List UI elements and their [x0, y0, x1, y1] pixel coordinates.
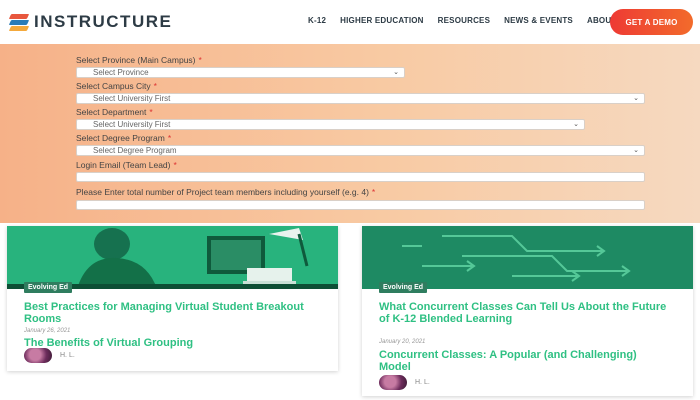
article-date: January 20, 2021 — [379, 339, 426, 345]
team-members-input[interactable] — [76, 200, 645, 210]
article-card[interactable]: Evolving Ed Best Practices for Managing … — [7, 226, 338, 371]
article-card[interactable]: Evolving Ed What Concurrent Classes Can … — [362, 226, 693, 396]
login-email-input[interactable] — [76, 172, 645, 182]
site-header: INSTRUCTURE K-12 HIGHER EDUCATION RESOUR… — [0, 0, 700, 44]
article-title[interactable]: Best Practices for Managing Virtual Stud… — [24, 301, 314, 325]
province-select[interactable]: Select Province ⌄ — [76, 67, 405, 78]
campus-city-select[interactable]: Select University First ⌄ — [76, 93, 645, 104]
article-subtitle: Concurrent Classes: A Popular (and Chall… — [379, 349, 637, 373]
logo-text: INSTRUCTURE — [34, 12, 173, 31]
author: H. L. — [24, 348, 75, 363]
team-members-label: Please Enter total number of Project tea… — [76, 187, 376, 197]
author: H. L. — [379, 375, 430, 390]
avatar — [24, 348, 52, 363]
nav-resources[interactable]: RESOURCES — [438, 16, 490, 25]
author-name: H. L. — [415, 379, 430, 386]
nav-k12[interactable]: K-12 — [308, 16, 326, 25]
department-label: Select Department * — [76, 107, 153, 117]
nav-news-events[interactable]: NEWS & EVENTS — [504, 16, 573, 25]
nav-higher-education[interactable]: HIGHER EDUCATION — [340, 16, 424, 25]
chevron-down-icon: ⌄ — [573, 121, 579, 128]
chevron-down-icon: ⌄ — [393, 69, 399, 76]
avatar — [379, 375, 407, 390]
article-image — [362, 226, 693, 289]
article-title[interactable]: What Concurrent Classes Can Tell Us Abou… — [379, 301, 669, 325]
degree-program-label: Select Degree Program * — [76, 133, 172, 143]
degree-program-select[interactable]: Select Degree Program ⌄ — [76, 145, 645, 156]
province-label: Select Province (Main Campus) * — [76, 55, 202, 65]
logo-mark-icon — [8, 13, 30, 31]
article-image — [7, 226, 338, 289]
get-a-demo-button[interactable]: GET A DEMO — [610, 9, 693, 35]
login-email-label: Login Email (Team Lead) * — [76, 160, 177, 170]
registration-form: Select Province (Main Campus) * Select Pr… — [0, 44, 700, 223]
article-date: January 26, 2021 — [24, 328, 71, 334]
department-select[interactable]: Select University First ⌄ — [76, 119, 585, 130]
author-name: H. L. — [60, 352, 75, 359]
category-badge[interactable]: Evolving Ed — [24, 282, 73, 293]
logo[interactable]: INSTRUCTURE — [8, 12, 173, 32]
category-badge[interactable]: Evolving Ed — [379, 282, 428, 293]
chevron-down-icon: ⌄ — [633, 95, 639, 102]
main-nav: K-12 HIGHER EDUCATION RESOURCES NEWS & E… — [308, 16, 630, 25]
article-cards: Evolving Ed Best Practices for Managing … — [0, 223, 700, 400]
chevron-down-icon: ⌄ — [633, 147, 639, 154]
campus-city-label: Select Campus City * — [76, 81, 157, 91]
